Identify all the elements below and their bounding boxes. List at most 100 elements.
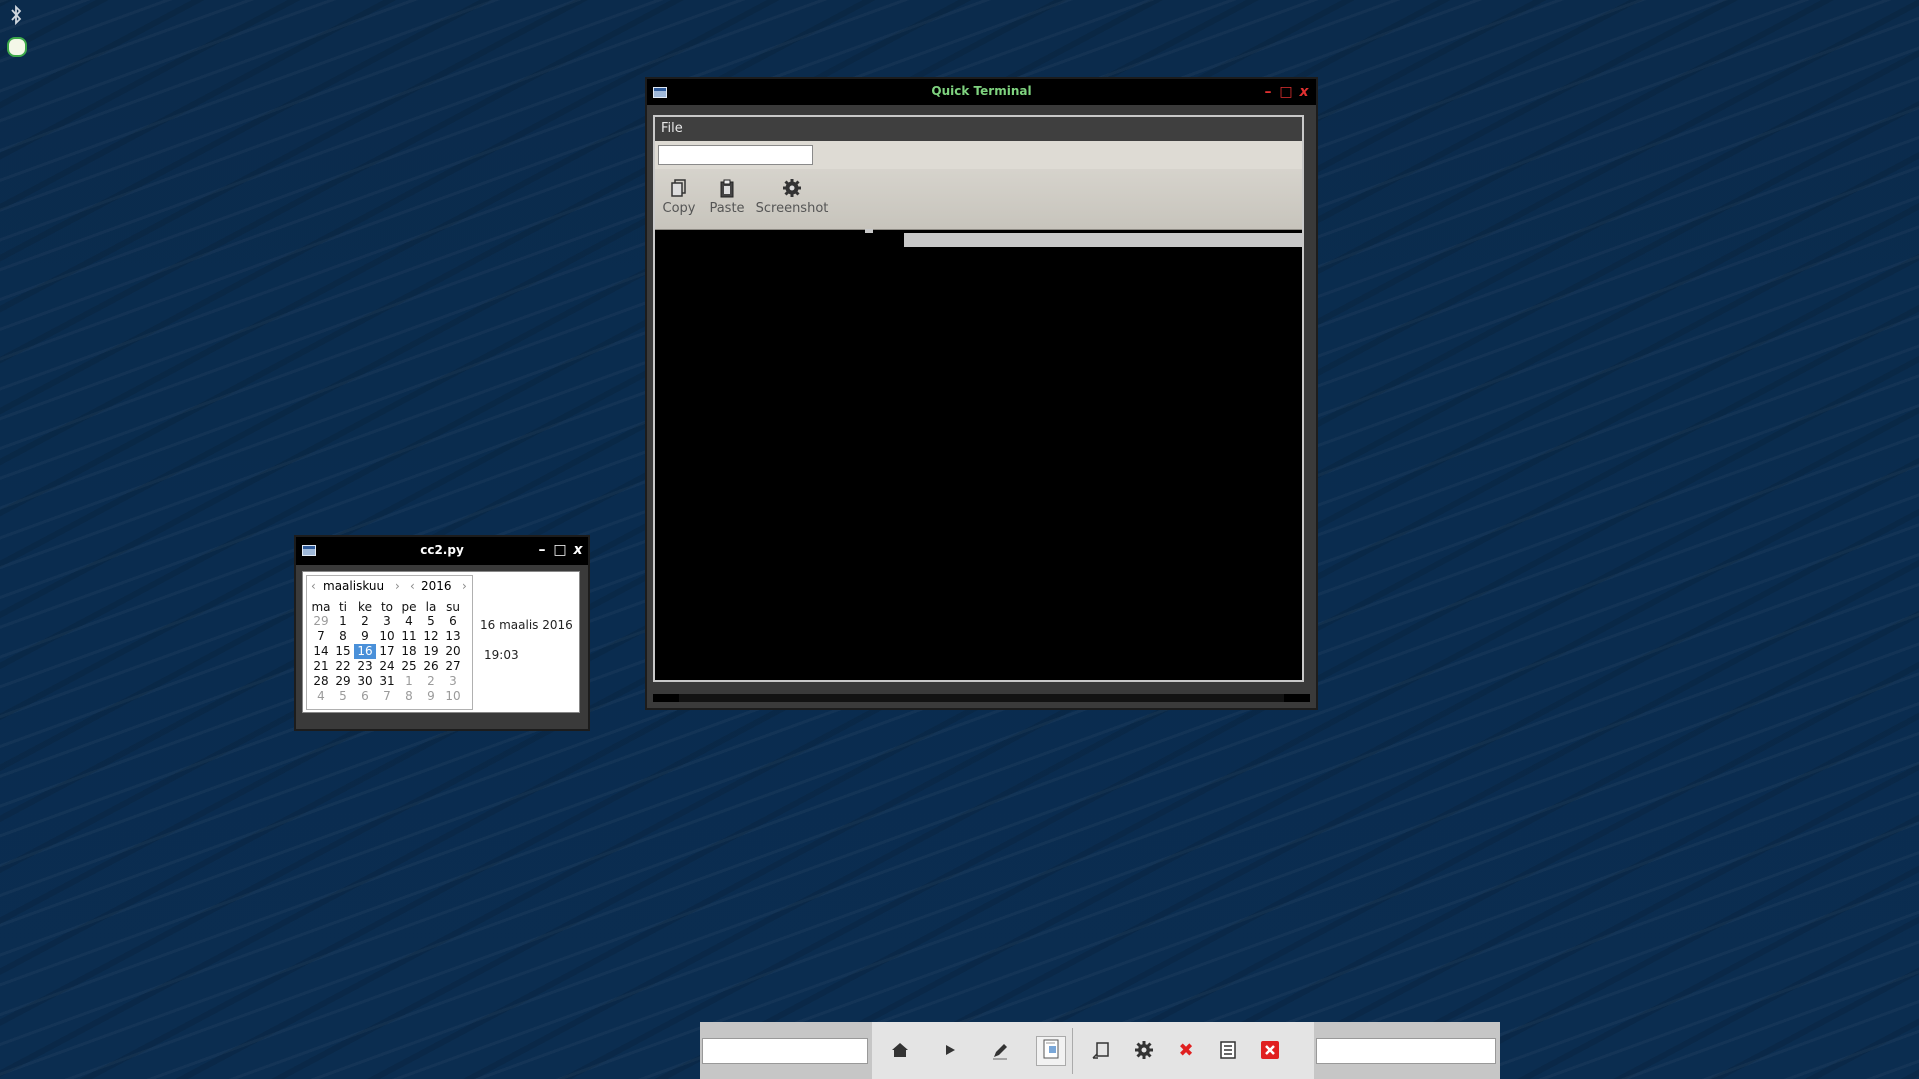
- calendar-day[interactable]: 23: [354, 659, 376, 674]
- calendar-day[interactable]: 14: [310, 644, 332, 659]
- prev-year-icon[interactable]: ‹: [410, 579, 415, 593]
- menu-file[interactable]: File: [661, 121, 683, 136]
- calendar-day[interactable]: 26: [420, 659, 442, 674]
- calendar-day[interactable]: 12: [420, 629, 442, 644]
- cc2-content: ‹ maaliskuu › ‹ 2016 › ma ti ke to pe la…: [302, 571, 580, 713]
- calendar-day[interactable]: 2: [420, 674, 442, 689]
- close-icon[interactable]: ✖: [1174, 1039, 1198, 1063]
- time-label: 19:03: [484, 648, 519, 662]
- terminal-content: File Copy Paste Screenshot: [653, 115, 1304, 682]
- calendar-day-selected[interactable]: 16: [354, 644, 376, 659]
- calendar-day[interactable]: 10: [442, 689, 464, 704]
- calendar-day[interactable]: 7: [376, 689, 398, 704]
- gear-icon[interactable]: [1132, 1039, 1156, 1063]
- calendar-day[interactable]: 6: [442, 614, 464, 629]
- calendar-day[interactable]: 29: [332, 674, 354, 689]
- paste-button[interactable]: Paste: [705, 177, 749, 216]
- weekday-label: su: [446, 599, 460, 614]
- menu-bar: File: [655, 117, 1302, 141]
- address-row: [655, 141, 1302, 169]
- week-row: 29 1 2 3 4 5 6: [310, 614, 464, 629]
- week-row: 4 5 6 7 8 9 10: [310, 689, 464, 704]
- calendar-day[interactable]: 27: [442, 659, 464, 674]
- close-button[interactable]: x: [570, 541, 586, 559]
- calendar-day[interactable]: 8: [332, 629, 354, 644]
- taskbar-launcher: ✖: [872, 1022, 1314, 1079]
- copy-label: Copy: [662, 201, 696, 216]
- play-icon[interactable]: [938, 1039, 962, 1063]
- calendar-day[interactable]: 1: [332, 614, 354, 629]
- close-button[interactable]: x: [1296, 83, 1312, 101]
- title-bar[interactable]: cc2.py – □ x: [296, 537, 588, 565]
- calendar: ‹ maaliskuu › ‹ 2016 › ma ti ke to pe la…: [306, 575, 473, 710]
- title-bar[interactable]: Quick Terminal – □ x: [647, 79, 1316, 105]
- calendar-day[interactable]: 8: [398, 689, 420, 704]
- calendar-day[interactable]: 10: [376, 629, 398, 644]
- calendar-day[interactable]: 7: [310, 629, 332, 644]
- calendar-day[interactable]: 9: [420, 689, 442, 704]
- year-label: 2016: [421, 579, 452, 593]
- home-icon[interactable]: [888, 1039, 912, 1063]
- pen-icon[interactable]: [988, 1039, 1012, 1063]
- screenshot-button[interactable]: Screenshot: [753, 177, 831, 216]
- calendar-day[interactable]: 1: [398, 674, 420, 689]
- gear-icon: [781, 177, 803, 199]
- minimize-button[interactable]: –: [534, 541, 550, 559]
- maximize-button[interactable]: □: [552, 541, 568, 559]
- calendar-day[interactable]: 21: [310, 659, 332, 674]
- app-launcher-icon[interactable]: [6, 36, 27, 58]
- calendar-day[interactable]: 22: [332, 659, 354, 674]
- calendar-day[interactable]: 5: [332, 689, 354, 704]
- calendar-day[interactable]: 17: [376, 644, 398, 659]
- calendar-day[interactable]: 31: [376, 674, 398, 689]
- calendar-day[interactable]: 18: [398, 644, 420, 659]
- document-icon[interactable]: [1036, 1036, 1066, 1066]
- exit-icon[interactable]: [1258, 1039, 1282, 1063]
- paste-icon: [716, 177, 738, 199]
- calendar-day[interactable]: 29: [310, 614, 332, 629]
- calendar-day[interactable]: 2: [354, 614, 376, 629]
- calendar-day[interactable]: 3: [376, 614, 398, 629]
- minimize-button[interactable]: –: [1260, 83, 1276, 101]
- calendar-day[interactable]: 5: [420, 614, 442, 629]
- weekday-label: ti: [338, 599, 348, 614]
- week-row: 21 22 23 24 25 26 27: [310, 659, 464, 674]
- bluetooth-icon[interactable]: [6, 4, 26, 26]
- taskbar: ✖: [700, 1022, 1500, 1079]
- taskbar-left-input[interactable]: [702, 1038, 868, 1064]
- calendar-day[interactable]: 9: [354, 629, 376, 644]
- calendar-day[interactable]: 4: [310, 689, 332, 704]
- calendar-day[interactable]: 30: [354, 674, 376, 689]
- copy-icon: [668, 177, 690, 199]
- copy-button[interactable]: Copy: [661, 177, 697, 216]
- calendar-day[interactable]: 3: [442, 674, 464, 689]
- list-icon[interactable]: [1216, 1039, 1240, 1063]
- calendar-day[interactable]: 28: [310, 674, 332, 689]
- calendar-day[interactable]: 15: [332, 644, 354, 659]
- calendar-day[interactable]: 13: [442, 629, 464, 644]
- taskbar-right-input[interactable]: [1316, 1038, 1496, 1064]
- calendar-day[interactable]: 11: [398, 629, 420, 644]
- week-row: 7 8 9 10 11 12 13: [310, 629, 464, 644]
- calendar-day[interactable]: 20: [442, 644, 464, 659]
- weekday-label: ke: [358, 599, 372, 614]
- toolbar: Copy Paste Screenshot: [655, 169, 1302, 230]
- month-label: maaliskuu: [323, 579, 385, 593]
- address-input[interactable]: [658, 145, 813, 165]
- paste-label: Paste: [709, 201, 745, 216]
- taskbar-right-panel: [1314, 1022, 1500, 1079]
- prev-month-icon[interactable]: ‹: [311, 579, 316, 593]
- calendar-day[interactable]: 24: [376, 659, 398, 674]
- next-month-icon[interactable]: ›: [395, 579, 400, 593]
- next-year-icon[interactable]: ›: [462, 579, 467, 593]
- week-row: 14 15 16 17 18 19 20: [310, 644, 464, 659]
- calendar-day[interactable]: 6: [354, 689, 376, 704]
- calendar-day[interactable]: 19: [420, 644, 442, 659]
- calendar-day[interactable]: 25: [398, 659, 420, 674]
- taskbar-separator: [1072, 1028, 1073, 1074]
- calendar-header: ‹ maaliskuu › ‹ 2016 ›: [307, 579, 472, 597]
- calendar-day[interactable]: 4: [398, 614, 420, 629]
- maximize-button[interactable]: □: [1278, 83, 1294, 101]
- new-window-icon[interactable]: [1090, 1039, 1114, 1063]
- taskbar-left-panel: [700, 1022, 872, 1079]
